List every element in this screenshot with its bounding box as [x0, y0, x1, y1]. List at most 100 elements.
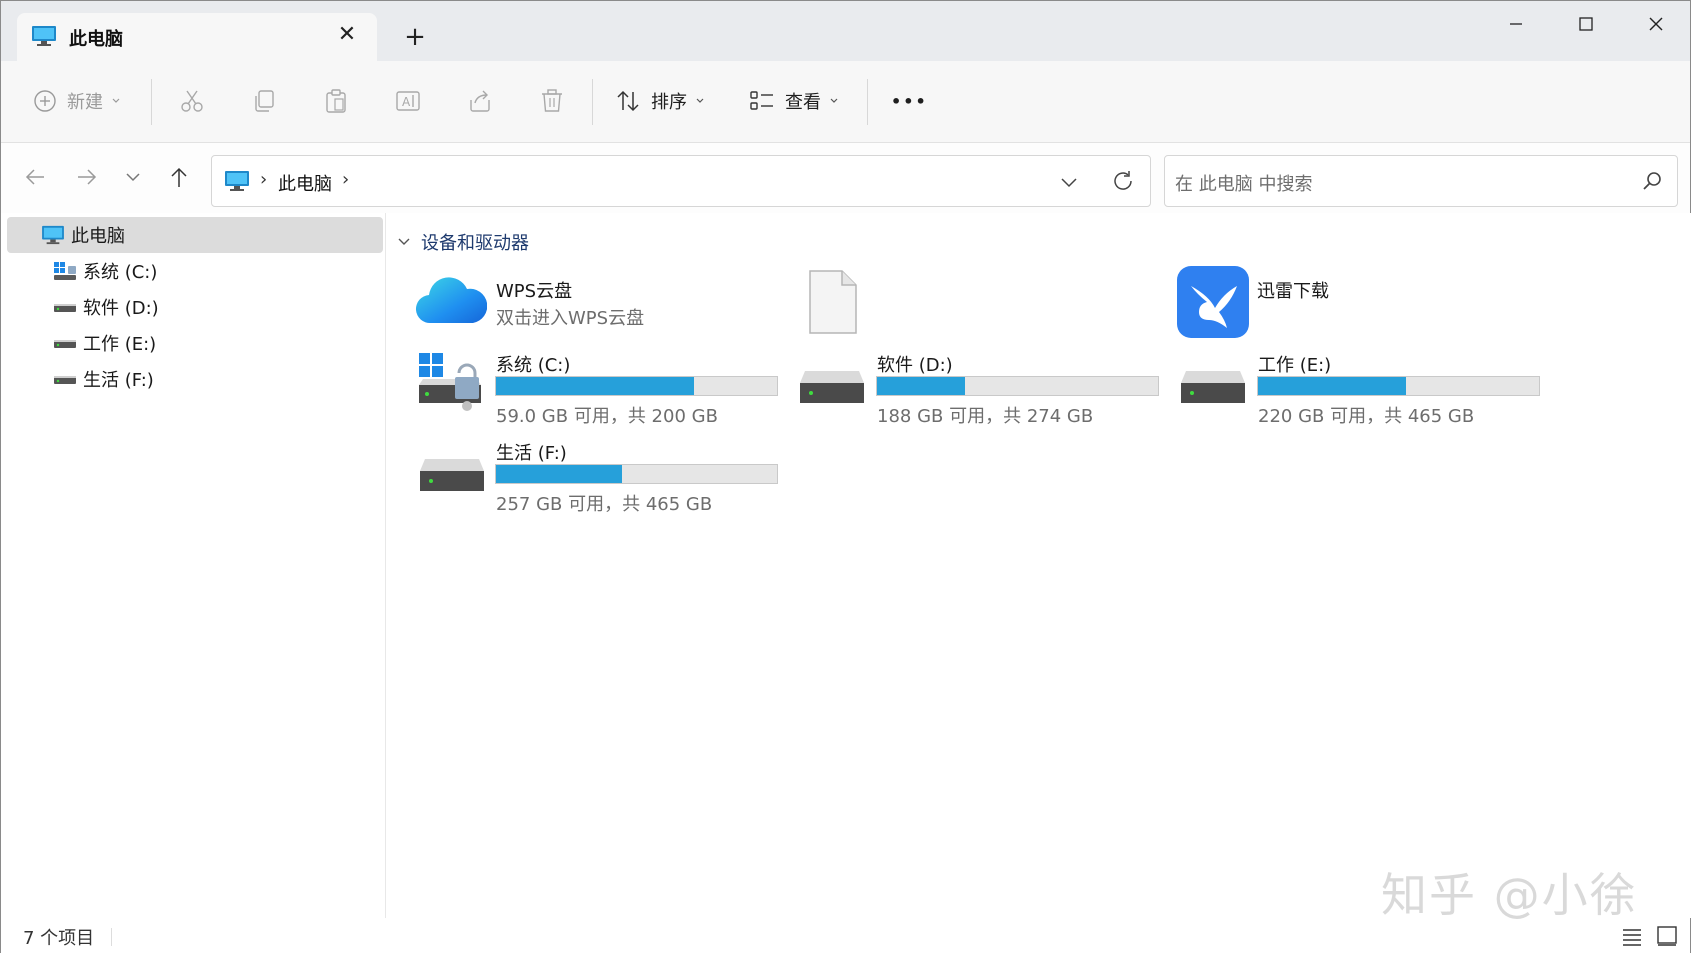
sidebar-item-label: 生活 (F:) — [83, 370, 154, 391]
search-placeholder: 在 此电脑 中搜索 — [1175, 174, 1313, 195]
drive-name: 生活 (F:) — [496, 443, 567, 464]
clipboard-icon — [326, 89, 346, 113]
cloud-icon — [415, 277, 487, 324]
address-bar[interactable]: › 此电脑 › — [211, 155, 1151, 207]
svg-text:A: A — [402, 95, 411, 109]
file-explorer-window: 此电脑 ✕ + 新建 A 排序 查看 ••• › 此电脑 › 在 此电脑 中搜索… — [0, 0, 1691, 953]
up-button[interactable] — [161, 159, 197, 195]
delete-button[interactable] — [539, 81, 565, 121]
share-icon — [470, 90, 490, 112]
refresh-icon[interactable] — [1110, 168, 1136, 194]
more-options-button[interactable]: ••• — [891, 81, 928, 121]
hard-drive-icon — [800, 371, 864, 403]
navigation-pane: 此电脑 系统 (C:) 软件 (D:) 工作 (E:) 生活 (F:) — [1, 213, 386, 918]
blank-file-icon — [809, 270, 857, 334]
drive-free-space: 220 GB 可用，共 465 GB — [1258, 406, 1475, 427]
sidebar-item-drive-e[interactable]: 工作 (E:) — [7, 325, 383, 361]
arrow-right-icon — [78, 169, 97, 185]
app-name: WPS云盘 — [496, 281, 573, 302]
sidebar-item-this-pc[interactable]: 此电脑 — [7, 217, 383, 253]
sidebar-item-label: 软件 (D:) — [83, 298, 159, 319]
group-header-devices[interactable]: 设备和驱动器 — [397, 229, 529, 255]
more-icon: ••• — [891, 91, 928, 111]
chevron-down-icon — [126, 173, 140, 182]
drive-free-space: 188 GB 可用，共 274 GB — [877, 406, 1094, 427]
close-icon — [1649, 17, 1663, 31]
view-button[interactable]: 查看 — [749, 81, 839, 121]
address-row: › 此电脑 › 在 此电脑 中搜索 — [1, 143, 1690, 213]
drive-usage-bar — [1257, 376, 1540, 396]
hard-drive-icon — [54, 376, 76, 384]
hard-drive-icon — [420, 459, 484, 491]
tab-title: 此电脑 — [69, 29, 123, 50]
breadcrumb-separator[interactable]: › — [260, 169, 267, 190]
sidebar-item-drive-d[interactable]: 软件 (D:) — [7, 289, 383, 325]
recent-locations-button[interactable] — [115, 159, 151, 195]
minimize-button[interactable] — [1481, 7, 1551, 41]
divider — [151, 79, 152, 125]
maximize-button[interactable] — [1551, 7, 1621, 41]
sidebar-item-label: 工作 (E:) — [83, 334, 157, 355]
large-icons-view-icon[interactable] — [1656, 925, 1678, 947]
drive-usage-bar — [876, 376, 1159, 396]
drive-usage-bar — [495, 464, 778, 484]
thunder-bird-icon — [1177, 266, 1249, 338]
details-view-icon[interactable] — [1621, 925, 1643, 947]
hard-drive-icon — [54, 304, 76, 312]
back-button[interactable] — [17, 159, 53, 195]
close-window-button[interactable] — [1621, 7, 1691, 41]
new-button[interactable]: 新建 — [33, 81, 121, 121]
watermark: 知乎 @小徐 — [1381, 868, 1638, 922]
view-label: 查看 — [785, 92, 821, 113]
drive-name: 工作 (E:) — [1258, 355, 1332, 376]
app-name: 迅雷下载 — [1257, 281, 1329, 302]
paste-button[interactable] — [323, 81, 349, 121]
content-pane: 设备和驱动器 WPS云盘 双击进入WPS云盘 迅雷下载 系统 (C:) 59.0… — [387, 213, 1691, 918]
arrow-up-icon — [171, 167, 187, 187]
sort-button[interactable]: 排序 — [615, 81, 705, 121]
command-bar: 新建 A 排序 查看 ••• — [1, 61, 1690, 143]
new-label: 新建 — [67, 92, 103, 113]
chevron-down-icon[interactable] — [1057, 170, 1081, 194]
new-tab-button[interactable]: + — [401, 23, 429, 51]
sort-arrows-icon — [617, 90, 639, 112]
sidebar-item-drive-f[interactable]: 生活 (F:) — [7, 361, 383, 397]
hard-drive-icon — [54, 340, 76, 348]
share-button[interactable] — [467, 81, 493, 121]
chevron-down-icon — [830, 98, 838, 103]
rename-button[interactable]: A — [395, 81, 421, 121]
search-icon[interactable] — [1641, 170, 1663, 192]
app-description: 双击进入WPS云盘 — [496, 308, 645, 329]
chevron-down-icon — [112, 98, 120, 103]
maximize-icon — [1579, 17, 1593, 31]
cut-button[interactable] — [179, 81, 205, 121]
drive-usage-fill — [496, 377, 695, 395]
divider — [867, 79, 868, 125]
search-input[interactable]: 在 此电脑 中搜索 — [1164, 155, 1678, 207]
breadcrumb-separator[interactable]: › — [342, 169, 349, 190]
sidebar-item-drive-c[interactable]: 系统 (C:) — [7, 253, 383, 289]
divider — [592, 79, 593, 125]
item-count: 7 个项目 — [23, 928, 95, 949]
drive-name: 软件 (D:) — [877, 355, 953, 376]
copy-icon — [255, 90, 274, 112]
drive-free-space: 59.0 GB 可用，共 200 GB — [496, 406, 718, 427]
divider — [111, 928, 112, 946]
drive-free-space: 257 GB 可用，共 465 GB — [496, 494, 713, 515]
close-tab-icon[interactable]: ✕ — [335, 23, 359, 47]
scissors-icon — [181, 90, 203, 112]
plus-circle-icon — [34, 90, 56, 112]
tab-this-pc[interactable]: 此电脑 ✕ — [17, 13, 377, 61]
view-list-icon — [750, 91, 773, 110]
breadcrumb-this-pc[interactable]: 此电脑 — [278, 170, 332, 196]
copy-button[interactable] — [251, 81, 277, 121]
rename-icon: A — [396, 91, 420, 111]
sidebar-item-label: 系统 (C:) — [83, 262, 158, 283]
chevron-down-icon — [398, 238, 410, 245]
drive-usage-bar — [495, 376, 778, 396]
forward-button[interactable] — [69, 159, 105, 195]
monitor-icon — [225, 171, 249, 191]
monitor-icon — [42, 225, 64, 245]
monitor-icon — [32, 26, 56, 46]
chevron-down-icon — [696, 98, 704, 103]
